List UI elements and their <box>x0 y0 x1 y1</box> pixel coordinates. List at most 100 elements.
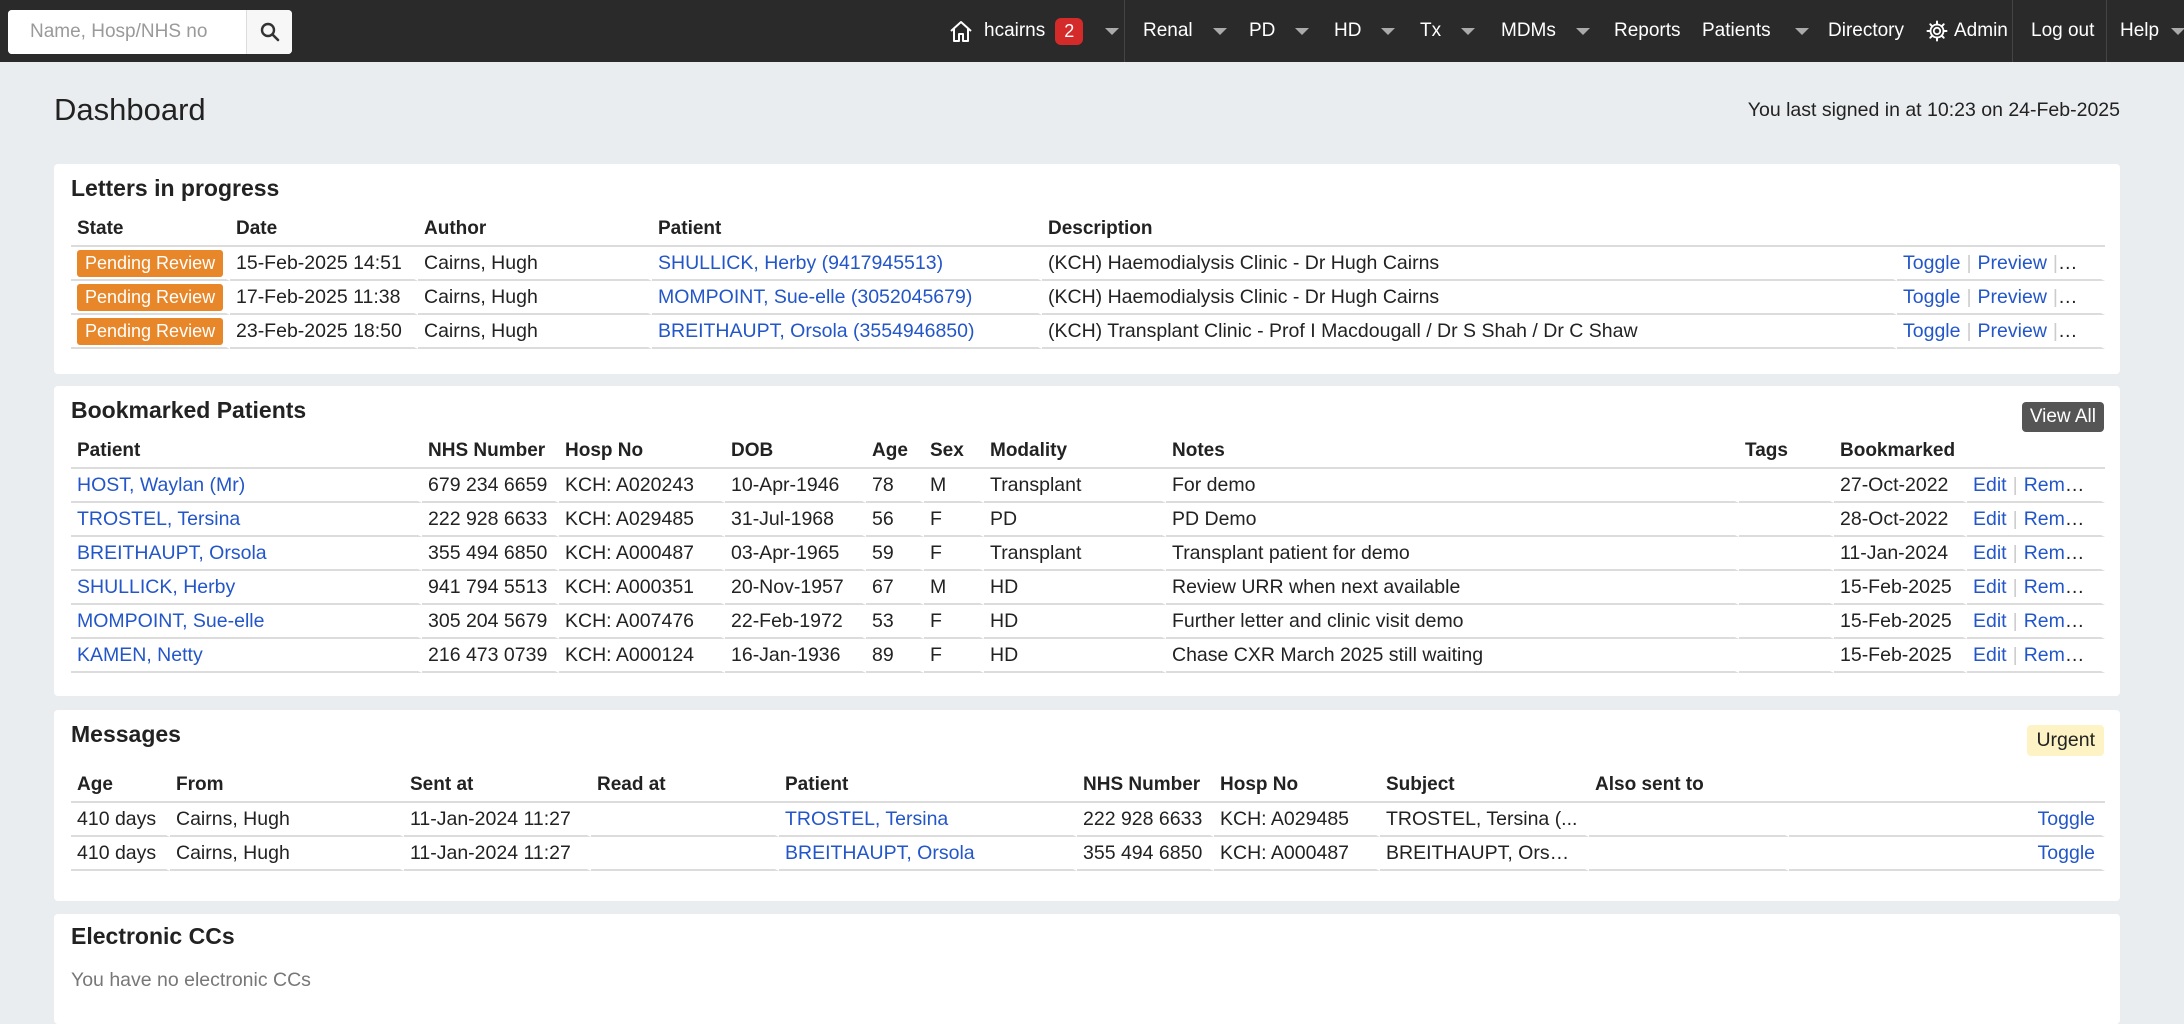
message-age: 410 days <box>71 837 170 871</box>
nav-admin[interactable]: Admin <box>1926 0 2008 62</box>
nav-reports[interactable]: Reports <box>1614 0 1681 62</box>
letter-description: (KCH) Haemodialysis Clinic - Dr Hugh Cai… <box>1042 247 1897 281</box>
table-row: MOMPOINT, Sue-elle 305 204 5679 KCH: A00… <box>71 605 2105 639</box>
dob: 31-Jul-1968 <box>725 503 866 537</box>
column-header: Patient <box>779 769 1077 803</box>
column-header: Patient <box>71 435 422 469</box>
dob: 03-Apr-1965 <box>725 537 866 571</box>
edit-link[interactable]: Edit <box>1973 542 2007 564</box>
nav-patients[interactable]: Patients <box>1702 0 1809 62</box>
table-row: HOST, Waylan (Mr) 679 234 6659 KCH: A020… <box>71 469 2105 503</box>
edit-link[interactable]: Edit <box>1973 576 2007 598</box>
patient-link[interactable]: BREITHAUPT, Orsola <box>785 842 975 864</box>
status-badge: Pending Review <box>77 317 224 345</box>
patient-link[interactable]: SHULLICK, Herby <box>77 576 235 598</box>
toggle-link[interactable]: Toggle <box>1903 252 1960 274</box>
search-button[interactable] <box>246 10 292 54</box>
nav-hd[interactable]: HD <box>1334 0 1396 62</box>
edit-link[interactable]: Edit <box>1973 610 2007 632</box>
sex: F <box>924 639 984 673</box>
bookmarks-table: Patient NHS Number Hosp No DOB Age Sex M… <box>71 435 2105 673</box>
nav-tx-label: Tx <box>1420 20 1442 41</box>
bookmarks-panel: Bookmarked Patients View All Patient NHS… <box>54 386 2120 696</box>
nav-directory[interactable]: Directory <box>1828 0 1904 62</box>
patient-link[interactable]: TROSTEL, Tersina <box>77 508 240 530</box>
nav-renal[interactable]: Renal <box>1143 0 1227 62</box>
nav-mdms-label: MDMs <box>1501 20 1556 41</box>
patient-link[interactable]: TROSTEL, Tersina <box>785 808 948 830</box>
column-header: Patient <box>652 213 1042 247</box>
remove-link[interactable]: Remove <box>2024 542 2097 564</box>
column-header: Date <box>230 213 418 247</box>
chevron-down-icon <box>1461 27 1476 35</box>
toggle-link[interactable]: Toggle <box>1903 320 1960 342</box>
nav-mdms[interactable]: MDMs <box>1501 0 1590 62</box>
letter-date: 15-Feb-2025 14:51 <box>230 247 418 281</box>
notes: Transplant patient for demo <box>1166 537 1739 571</box>
nav-pd-label: PD <box>1249 20 1276 41</box>
remove-link[interactable]: Remove <box>2024 474 2097 496</box>
nav-renal-label: Renal <box>1143 20 1193 41</box>
age: 56 <box>866 503 924 537</box>
nav-help-label: Help <box>2120 20 2160 41</box>
nhs-number: 679 234 6659 <box>422 469 559 503</box>
sex: M <box>924 571 984 605</box>
column-header: Tags <box>1739 435 1834 469</box>
letters-table: State Date Author Patient Description Pe… <box>71 213 2105 349</box>
patient-search <box>8 10 292 54</box>
column-header: Sex <box>924 435 984 469</box>
sex: M <box>924 469 984 503</box>
patient-link[interactable]: KAMEN, Netty <box>77 644 203 666</box>
patient-link[interactable]: HOST, Waylan (Mr) <box>77 474 245 496</box>
table-row: 410 days Cairns, Hugh 11-Jan-2024 11:27 … <box>71 837 2105 871</box>
patient-link[interactable]: SHULLICK, Herby (9417945513) <box>658 252 943 274</box>
nhs-number: 941 794 5513 <box>422 571 559 605</box>
table-header-row: State Date Author Patient Description <box>71 213 2105 247</box>
toggle-link[interactable]: Toggle <box>2038 842 2095 864</box>
divider <box>2012 0 2013 62</box>
remove-link[interactable]: Remove <box>2024 644 2097 666</box>
notes: Review URR when next available <box>1166 571 1739 605</box>
patient-link[interactable]: MOMPOINT, Sue-elle (3052045679) <box>658 286 972 308</box>
patient-link[interactable]: MOMPOINT, Sue-elle <box>77 610 264 632</box>
user-name: hcairns <box>984 20 1046 41</box>
age: 89 <box>866 639 924 673</box>
nav-logout[interactable]: Log out <box>2031 0 2094 62</box>
edit-link[interactable]: Edit <box>1973 644 2007 666</box>
tags <box>1739 503 1834 537</box>
modality: PD <box>984 503 1166 537</box>
column-header: Subject <box>1380 769 1589 803</box>
table-row: Pending Review 23-Feb-2025 18:50 Cairns,… <box>71 315 2105 349</box>
table-header-row: Patient NHS Number Hosp No DOB Age Sex M… <box>71 435 2105 469</box>
sex: F <box>924 537 984 571</box>
toggle-link[interactable]: Toggle <box>1903 286 1960 308</box>
remove-link[interactable]: Remove <box>2024 576 2097 598</box>
nav-reports-label: Reports <box>1614 20 1681 41</box>
nav-tx[interactable]: Tx <box>1420 0 1476 62</box>
search-input[interactable] <box>8 10 246 54</box>
user-menu[interactable]: hcairns 2 <box>948 0 1120 62</box>
remove-link[interactable]: Remove <box>2024 508 2097 530</box>
preview-link[interactable]: Preview <box>1978 286 2047 308</box>
message-sent-at: 11-Jan-2024 11:27 <box>404 837 591 871</box>
urgent-badge[interactable]: Urgent <box>2027 725 2104 756</box>
column-header: Age <box>866 435 924 469</box>
remove-link[interactable]: Remove <box>2024 610 2097 632</box>
toggle-link[interactable]: Toggle <box>2038 808 2095 830</box>
view-all-button[interactable]: View All <box>2021 402 2104 432</box>
nhs-number: 222 928 6633 <box>1077 803 1214 837</box>
letters-panel: Letters in progress State Date Author Pa… <box>54 164 2120 374</box>
column-header <box>1789 769 2105 803</box>
patient-link[interactable]: BREITHAUPT, Orsola <box>77 542 267 564</box>
electronic-ccs-panel: Electronic CCs You have no electronic CC… <box>54 914 2120 1024</box>
preview-link[interactable]: Preview <box>1978 320 2047 342</box>
patient-link[interactable]: BREITHAUPT, Orsola (3554946850) <box>658 320 974 342</box>
edit-link[interactable]: Edit <box>1973 508 2007 530</box>
preview-link[interactable]: Preview <box>1978 252 2047 274</box>
nav-pd[interactable]: PD <box>1249 0 1310 62</box>
bookmarked-date: 15-Feb-2025 <box>1834 639 1967 673</box>
edit-link[interactable]: Edit <box>1973 474 2007 496</box>
column-header: NHS Number <box>1077 769 1214 803</box>
nav-help[interactable]: Help <box>2120 0 2184 62</box>
column-header: State <box>71 213 230 247</box>
